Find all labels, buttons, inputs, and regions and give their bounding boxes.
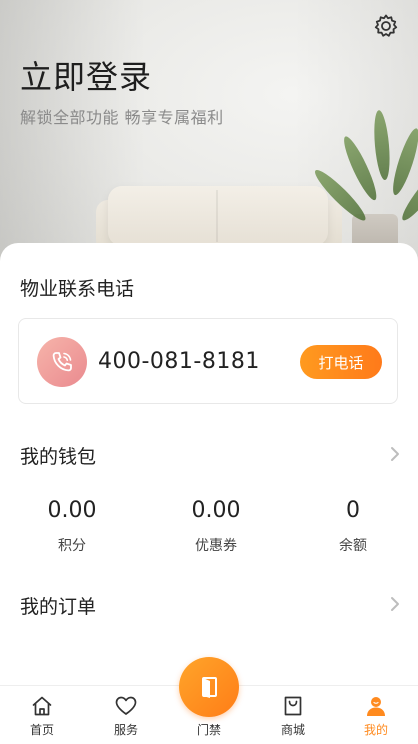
orders-title: 我的订单 xyxy=(20,596,97,618)
door-icon xyxy=(202,677,217,698)
home-icon xyxy=(32,696,52,716)
sofa-image xyxy=(108,186,328,246)
wallet-row[interactable]: 我的钱包 xyxy=(0,434,418,474)
login-title[interactable]: 立即登录 xyxy=(20,52,152,98)
stat-label: 余额 xyxy=(339,538,367,554)
tab-label: 商城 xyxy=(280,723,305,737)
gear-icon xyxy=(374,14,398,37)
tab-label: 首页 xyxy=(29,723,54,737)
tab-home[interactable]: 首页 xyxy=(0,686,84,744)
login-subtitle: 解锁全部功能 畅享专属福利 xyxy=(20,108,224,127)
chevron-right-icon xyxy=(391,597,399,611)
tab-mine[interactable]: 我的 xyxy=(334,686,418,744)
tab-service[interactable]: 服务 xyxy=(84,686,168,744)
stat-balance[interactable]: 0 余额 xyxy=(283,498,418,555)
phone-icon xyxy=(52,352,72,372)
stat-value: 0 xyxy=(346,498,360,523)
user-icon xyxy=(367,697,385,716)
sofa-seam xyxy=(216,190,218,242)
heart-icon xyxy=(115,696,137,715)
tab-label: 我的 xyxy=(363,723,388,737)
phone-icon-circle xyxy=(37,337,87,387)
stat-value: 0.00 xyxy=(47,498,97,523)
property-contact-title: 物业联系电话 xyxy=(20,278,135,300)
stat-label: 优惠券 xyxy=(195,538,237,554)
stat-coupons[interactable]: 0.00 优惠券 xyxy=(146,498,286,555)
tab-mall[interactable]: 商城 xyxy=(251,686,335,744)
phone-number: 400-081-8181 xyxy=(98,349,260,374)
stat-value: 0.00 xyxy=(191,498,241,523)
stat-label: 积分 xyxy=(58,538,86,554)
phone-card: 400-081-8181 打电话 xyxy=(18,318,398,404)
call-button[interactable]: 打电话 xyxy=(300,345,382,379)
wallet-title: 我的钱包 xyxy=(20,446,97,468)
settings-button[interactable] xyxy=(372,12,400,40)
stat-points[interactable]: 0.00 积分 xyxy=(2,498,142,555)
tab-label: 门禁 xyxy=(196,723,221,737)
shopping-bag-icon xyxy=(284,696,302,716)
door-access-button[interactable] xyxy=(179,657,239,717)
chevron-right-icon xyxy=(391,447,399,461)
orders-row[interactable]: 我的订单 xyxy=(0,584,418,624)
tab-label: 服务 xyxy=(113,723,138,737)
hero-background xyxy=(0,0,418,270)
